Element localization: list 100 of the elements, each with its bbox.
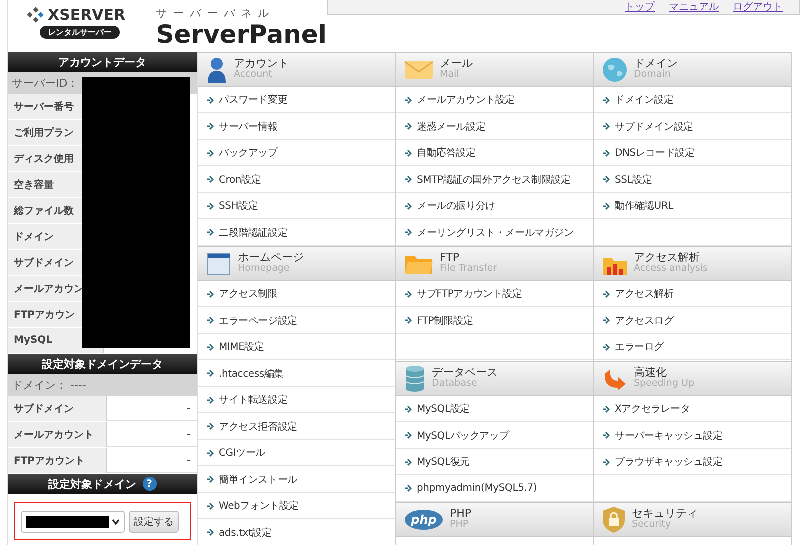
menu-link[interactable]: 簡単インストール <box>219 472 298 487</box>
section-subtitle: Access analysis <box>634 264 708 275</box>
arrow-icon <box>206 502 215 511</box>
arrow-icon <box>206 422 215 432</box>
menu-link[interactable]: 動作確認URL <box>615 199 674 214</box>
section-title: アクセス解析 <box>634 252 700 264</box>
row-label: FTPアカウント <box>8 448 107 473</box>
arrow-icon <box>404 458 413 467</box>
section-subtitle: Domain <box>634 70 672 81</box>
arrow-icon <box>602 148 611 158</box>
menu-link[interactable]: サーバーキャッシュ設定 <box>615 428 723 443</box>
menu-link[interactable]: 迷惑メール設定 <box>417 120 486 134</box>
menu-link[interactable]: エラーページ設定 <box>219 314 298 328</box>
menu-link[interactable]: サーバー情報 <box>219 120 278 134</box>
help-icon[interactable]: ? <box>142 477 156 491</box>
menu-link[interactable]: メーリングリスト・メールマガジン <box>417 226 574 240</box>
section-title: メール <box>440 58 473 70</box>
php-logo-icon: php <box>404 508 444 530</box>
arrow-icon <box>206 528 215 538</box>
arrow-icon <box>404 175 413 184</box>
arrow-icon <box>206 448 215 458</box>
arrow-icon <box>404 404 413 414</box>
arrow-icon <box>602 290 611 299</box>
menu-link[interactable]: ads.txt設定 <box>219 526 272 540</box>
menu-link[interactable]: 二段階認証設定 <box>219 226 288 240</box>
arrow-icon <box>602 202 611 211</box>
menu-link[interactable]: サイト転送設定 <box>219 393 288 408</box>
menu-link[interactable]: Xアクセラレータ <box>615 402 690 416</box>
section-subtitle: Account <box>234 70 274 81</box>
set-button[interactable]: 設定する <box>129 511 179 533</box>
arrow-icon <box>602 316 611 326</box>
header-link[interactable]: マニュアル <box>669 0 719 14</box>
arrow-icon <box>404 228 413 238</box>
menu-link[interactable]: FTP制限設定 <box>417 314 474 328</box>
menu-link[interactable]: アクセス解析 <box>615 287 674 302</box>
arrow-icon <box>206 228 215 238</box>
menu-link[interactable]: SSL設定 <box>615 172 652 187</box>
menu-link[interactable]: パスワード変更 <box>219 93 288 108</box>
menu-link[interactable]: アクセス制限 <box>219 287 278 302</box>
menu-link[interactable]: MySQLバックアップ <box>417 428 510 443</box>
menu-link[interactable]: phpmyadmin(MySQL5.7) <box>417 483 538 494</box>
globe-icon <box>602 56 628 82</box>
arrow-icon <box>602 122 611 132</box>
padlock-shield-icon <box>602 506 626 534</box>
menu-link[interactable]: SMTP認証の国外アクセス制限設定 <box>417 172 571 187</box>
menu-link[interactable]: .htaccess編集 <box>219 366 284 381</box>
arrow-icon <box>206 369 215 378</box>
menu-link[interactable]: CGIツール <box>219 446 266 460</box>
person-icon <box>206 56 228 82</box>
browser-window-icon <box>206 250 232 276</box>
menu-link[interactable]: DNSレコード設定 <box>615 146 695 160</box>
section-subtitle: PHP <box>450 520 470 531</box>
header-link[interactable]: ログアウト <box>733 0 783 14</box>
section-title: アカウント <box>234 58 289 70</box>
section-title: ホームページ <box>238 252 304 264</box>
menu-link[interactable]: バックアップ <box>219 146 278 160</box>
menu-link[interactable]: MIME設定 <box>219 340 264 354</box>
menu-link[interactable]: Cron設定 <box>219 172 262 187</box>
arrow-icon <box>404 316 413 326</box>
panel-subtitle: サーバーパネル <box>156 6 276 21</box>
menu-link[interactable]: ドメイン設定 <box>615 93 674 108</box>
section-title: ドメイン <box>634 58 678 70</box>
section-header: 設定対象ドメイン <box>48 476 136 492</box>
menu-link[interactable]: メールの振り分け <box>417 199 496 214</box>
arrow-icon <box>206 316 215 326</box>
arrow-icon <box>206 202 215 211</box>
row-label: メールアカウント <box>8 422 107 447</box>
menu-link[interactable]: SSH設定 <box>219 199 258 214</box>
menu-link[interactable]: ブラウザキャッシュ設定 <box>615 455 723 470</box>
row-value: - <box>107 448 197 473</box>
menu-link[interactable]: サブFTPアカウント設定 <box>417 287 522 302</box>
menu-link[interactable]: 自動応答設定 <box>417 146 476 160</box>
arrow-icon <box>602 96 611 105</box>
arrow-icon <box>206 96 215 105</box>
arrow-icon <box>206 342 215 352</box>
menu-link[interactable]: MySQL復元 <box>417 455 470 470</box>
arrow-icon <box>404 96 413 105</box>
menu-link[interactable]: アクセスログ <box>615 314 674 328</box>
caret-icon <box>112 519 120 525</box>
menu-link[interactable]: アクセス拒否設定 <box>219 420 298 434</box>
envelope-icon <box>404 58 434 80</box>
row-value: - <box>107 396 197 421</box>
arrow-icon <box>206 148 215 158</box>
row-value: - <box>107 422 197 447</box>
header-link[interactable]: トップ <box>625 0 655 14</box>
panel-title: ServerPanel <box>156 21 327 48</box>
arrow-icon <box>206 290 215 299</box>
database-icon <box>404 364 426 392</box>
section-title: データベース <box>432 367 498 380</box>
menu-link[interactable]: メールアカウント設定 <box>417 93 516 108</box>
arrow-icon <box>206 396 215 405</box>
menu-link[interactable]: Webフォント設定 <box>219 499 300 514</box>
domain-select[interactable] <box>21 511 125 533</box>
menu-link[interactable]: MySQL設定 <box>417 402 470 416</box>
arrow-icon <box>404 431 413 440</box>
section-title: セキュリティ <box>632 508 698 520</box>
menu-link[interactable]: エラーログ <box>615 340 664 354</box>
arrow-icon <box>602 431 611 440</box>
arrow-icon <box>602 342 611 352</box>
menu-link[interactable]: サブドメイン設定 <box>615 120 694 134</box>
